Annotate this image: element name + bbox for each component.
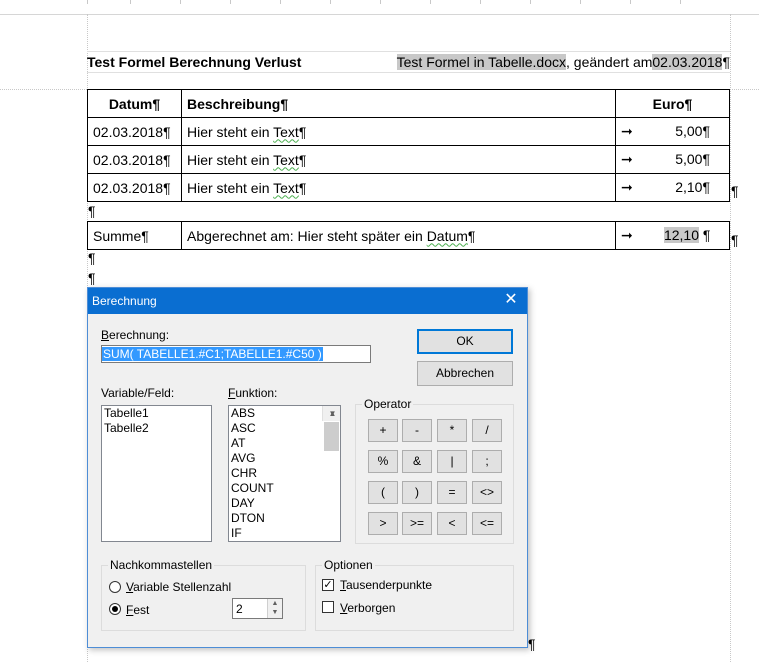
data-table[interactable]: Datum¶ Beschreibung¶ Euro¶ 02.03.2018¶ H… (87, 89, 730, 202)
row-end-mark: ¶ (731, 232, 739, 248)
margin-guide-right (730, 14, 731, 662)
paragraph-mark[interactable]: ¶ (88, 203, 96, 219)
cell-date[interactable]: 02.03.2018¶ (87, 145, 182, 174)
list-item[interactable]: COUNT (229, 481, 340, 496)
operator-or-button[interactable]: | (437, 450, 467, 473)
cell-sum-value[interactable]: ➞ 12,10 ¶ (615, 221, 730, 250)
ok-button[interactable]: OK (417, 329, 513, 354)
cell-description[interactable]: Hier steht ein Text¶ (181, 173, 616, 202)
stepper-up-icon[interactable]: ▲ (268, 599, 282, 608)
header-info: Test Formel in Tabelle.docx, geändert am… (396, 54, 730, 70)
header-cell-description[interactable]: Beschreibung¶ (181, 89, 616, 118)
calculation-dialog: Berechnung ✕ Berechnung: SUM( TABELLE1.#… (87, 287, 528, 648)
operator-group-title: Operator (362, 397, 414, 411)
formula-label: Berechnung: (101, 328, 170, 342)
checkbox-hidden[interactable] (322, 601, 334, 613)
row-end-mark: ¶ (731, 183, 739, 199)
list-item[interactable]: Tabelle1 (102, 406, 211, 421)
dialog-title: Berechnung (92, 294, 157, 308)
top-ruler (0, 0, 759, 15)
functions-listbox[interactable]: ABS ASC AT AVG CHR COUNT DAY DTON IF ▲ ▼ (228, 405, 341, 542)
tab-arrow: ➞ (621, 179, 633, 195)
cell-date[interactable]: 02.03.2018¶ (87, 117, 182, 146)
hidden-label: Verborgen (340, 601, 396, 615)
paragraph-mark[interactable]: ¶ (88, 270, 96, 286)
table-header-row: Datum¶ Beschreibung¶ Euro¶ (87, 89, 730, 118)
operator-minus-button[interactable]: - (402, 419, 432, 442)
list-item[interactable]: AVG (229, 451, 340, 466)
checkbox-thousands-separator[interactable]: ✓ (322, 579, 334, 591)
sum-row: Summe¶ Abgerechnet am: Hier steht später… (87, 221, 730, 250)
operator-less-button[interactable]: < (437, 512, 467, 535)
radio-fixed-decimals[interactable] (109, 603, 121, 615)
options-group-title: Optionen (322, 558, 375, 572)
cell-description[interactable]: Hier steht ein Text¶ (181, 117, 616, 146)
header-title: Test Formel Berechnung Verlust (87, 54, 302, 70)
options-group: Optionen (315, 558, 514, 631)
operator-plus-button[interactable]: + (368, 419, 398, 442)
formula-input[interactable]: SUM( TABELLE1.#C1;TABELLE1.#C50 ) (101, 345, 371, 363)
header-cell-date[interactable]: Datum¶ (87, 89, 182, 118)
stepper-arrows[interactable]: ▲ ▼ (267, 599, 282, 618)
operator-and-button[interactable]: & (402, 450, 432, 473)
date-field[interactable]: 02.03.2018 (652, 54, 723, 70)
decimals-group-title: Nachkommastellen (108, 558, 215, 572)
operator-percent-button[interactable]: % (368, 450, 398, 473)
close-icon[interactable]: ✕ (501, 290, 521, 310)
list-item[interactable]: IF (229, 526, 340, 541)
tab-arrow: ➞ (621, 151, 633, 167)
stepper-down-icon[interactable]: ▼ (268, 608, 282, 617)
list-item[interactable]: DTON (229, 511, 340, 526)
cell-sum-label[interactable]: Summe¶ (87, 221, 182, 250)
operator-close-paren-button[interactable]: ) (402, 481, 432, 504)
filename-field[interactable]: Test Formel in Tabelle.docx (396, 54, 566, 70)
page-header: Test Formel Berechnung Verlust Test Form… (87, 51, 730, 73)
variables-label: Variable/Feld: (101, 386, 175, 400)
thousands-separator-label: Tausenderpunkte (340, 578, 433, 592)
scroll-down-icon[interactable]: ▼ (323, 406, 340, 421)
operator-greater-button[interactable]: > (368, 512, 398, 535)
operator-equals-button[interactable]: = (437, 481, 467, 504)
radio-fixed-label: Fest (126, 603, 150, 617)
functions-label: Funktion: (228, 386, 278, 400)
functions-scrollbar[interactable]: ▲ ▼ (322, 406, 340, 451)
variables-listbox[interactable]: Tabelle1 Tabelle2 (101, 405, 212, 542)
decimal-places-value: 2 (236, 602, 243, 616)
tab-arrow: ➞ (621, 227, 633, 243)
dialog-titlebar[interactable]: Berechnung ✕ (88, 288, 527, 314)
tab-arrow: ➞ (621, 123, 633, 139)
table-row: 02.03.2018¶ Hier steht ein Text¶ ➞ 5,00¶ (87, 145, 730, 174)
paragraph-mark[interactable]: ¶ (528, 636, 536, 652)
sum-formula-field[interactable]: 12,10 (663, 227, 699, 243)
sum-table[interactable]: Summe¶ Abgerechnet am: Hier steht später… (87, 221, 730, 250)
operator-less-equal-button[interactable]: <= (472, 512, 502, 535)
scroll-thumb[interactable] (324, 422, 339, 451)
decimal-places-stepper[interactable]: 2 ▲ ▼ (232, 598, 283, 619)
cell-description[interactable]: Hier steht ein Text¶ (181, 145, 616, 174)
operator-not-equal-button[interactable]: <> (472, 481, 502, 504)
cancel-button[interactable]: Abbrechen (417, 361, 513, 386)
operator-divide-button[interactable]: / (472, 419, 502, 442)
operator-group: Operator + - * / % & | ; ( ) = <> > >= <… (355, 397, 514, 544)
list-item[interactable]: DAY (229, 496, 340, 511)
cell-euro[interactable]: ➞ 2,10¶ (615, 173, 730, 202)
cell-euro[interactable]: ➞ 5,00¶ (615, 117, 730, 146)
header-cell-euro[interactable]: Euro¶ (615, 89, 730, 118)
list-item[interactable]: Tabelle2 (102, 421, 211, 436)
radio-variable-decimals[interactable] (109, 581, 121, 593)
cell-date[interactable]: 02.03.2018¶ (87, 173, 182, 202)
cell-euro[interactable]: ➞ 5,00¶ (615, 145, 730, 174)
table-row: 02.03.2018¶ Hier steht ein Text¶ ➞ 5,00¶ (87, 117, 730, 146)
table-row: 02.03.2018¶ Hier steht ein Text¶ ➞ 2,10¶ (87, 173, 730, 202)
paragraph-mark[interactable]: ¶ (88, 250, 96, 266)
operator-greater-equal-button[interactable]: >= (402, 512, 432, 535)
operator-open-paren-button[interactable]: ( (368, 481, 398, 504)
operator-semicolon-button[interactable]: ; (472, 450, 502, 473)
operator-multiply-button[interactable]: * (437, 419, 467, 442)
cell-sum-description[interactable]: Abgerechnet am: Hier steht später ein Da… (181, 221, 616, 250)
list-item[interactable]: CHR (229, 466, 340, 481)
radio-variable-label: Variable Stellenzahl (126, 580, 232, 594)
